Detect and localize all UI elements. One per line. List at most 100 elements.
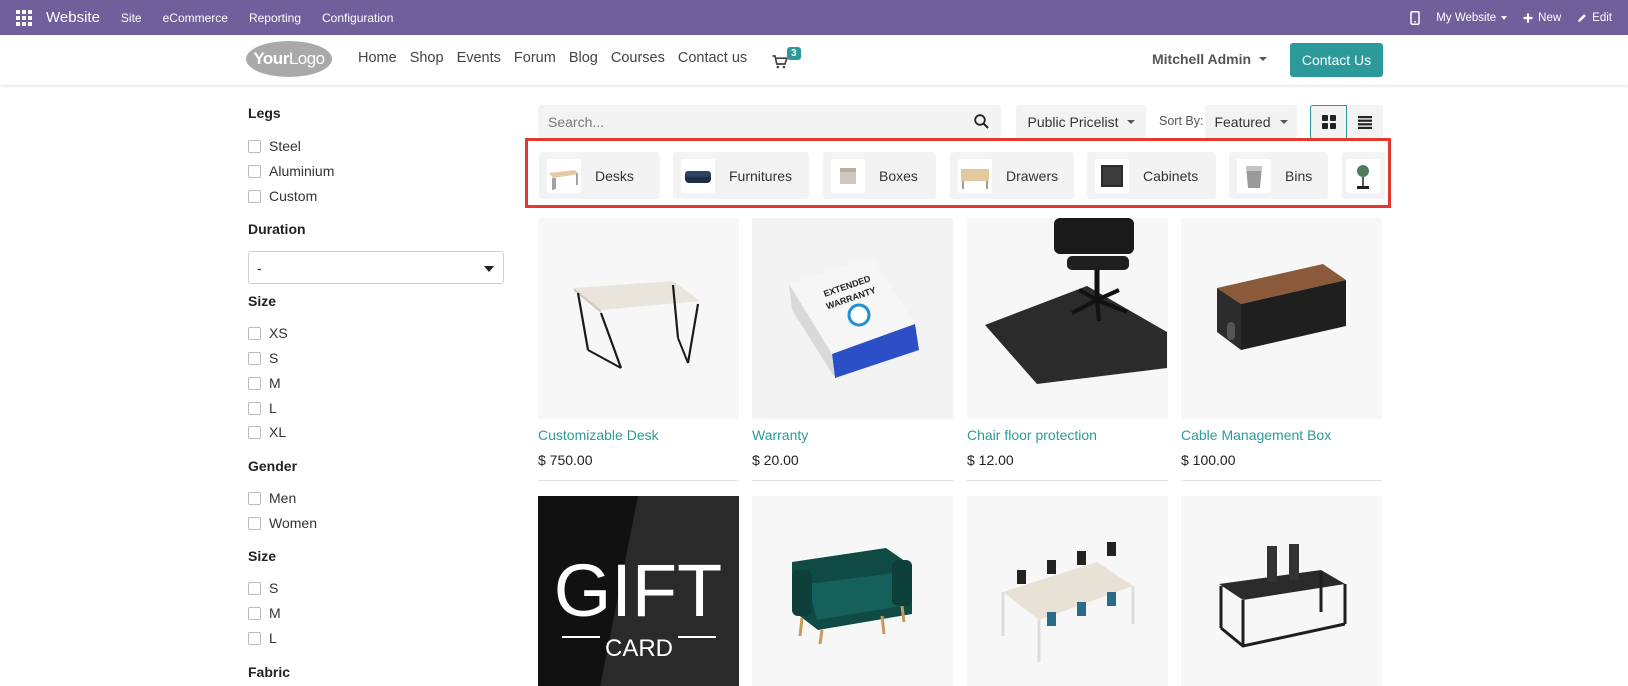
chevron-down-icon — [1279, 120, 1288, 124]
mobile-icon — [1410, 10, 1421, 25]
checkbox[interactable] — [248, 139, 261, 153]
app-name[interactable]: Website — [46, 9, 100, 26]
checkbox[interactable] — [248, 631, 261, 645]
user-menu[interactable]: Mitchell Admin — [1152, 51, 1268, 67]
checkbox[interactable] — [248, 606, 261, 620]
product-card[interactable]: Cable Management Box $ 100.00 — [1181, 218, 1382, 481]
my-website-dropdown[interactable]: My Website — [1436, 11, 1508, 24]
product-image[interactable]: GIFT CARD — [538, 496, 739, 686]
logo-bold-text: Your — [253, 49, 289, 68]
nav-home[interactable]: Home — [358, 50, 397, 66]
option-label: L — [269, 630, 277, 646]
my-website-label: My Website — [1436, 11, 1497, 24]
product-image[interactable] — [1181, 496, 1382, 686]
menu-ecommerce[interactable]: eCommerce — [163, 11, 228, 25]
filter-option-aluminium[interactable]: Aluminium — [248, 163, 334, 179]
product-image[interactable] — [752, 496, 953, 686]
gift-card-line1: GIFT — [554, 549, 723, 632]
product-price: $ 12.00 — [967, 452, 1014, 468]
category-boxes[interactable]: Boxes — [823, 152, 936, 199]
category-furnitures[interactable]: Furnitures — [673, 152, 809, 199]
pricelist-dropdown[interactable]: Public Pricelist — [1016, 105, 1146, 139]
filter-option-m[interactable]: M — [248, 375, 281, 391]
product-price: $ 20.00 — [752, 452, 799, 468]
list-view-button[interactable] — [1347, 105, 1383, 139]
checkbox[interactable] — [248, 351, 261, 365]
filter-option-xs[interactable]: XS — [248, 325, 288, 341]
product-card[interactable] — [967, 496, 1168, 686]
checkbox[interactable] — [248, 326, 261, 340]
product-name[interactable]: Customizable Desk — [538, 427, 739, 443]
product-card[interactable]: Customizable Desk $ 750.00 — [538, 218, 739, 481]
checkbox[interactable] — [248, 581, 261, 595]
product-card[interactable]: EXTENDED WARRANTY Warranty $ 20.00 — [752, 218, 953, 481]
edit-button[interactable]: Edit — [1577, 12, 1612, 24]
sort-value: Featured — [1214, 114, 1271, 130]
checkbox[interactable] — [248, 516, 261, 530]
product-card[interactable] — [752, 496, 953, 686]
logo[interactable]: Your Logo — [246, 41, 332, 77]
contact-us-button[interactable]: Contact Us — [1290, 43, 1383, 77]
edit-label: Edit — [1592, 11, 1612, 24]
menu-site[interactable]: Site — [121, 11, 142, 25]
checkbox[interactable] — [248, 491, 261, 505]
filter-option-l[interactable]: L — [248, 400, 277, 416]
cart-count-badge: 3 — [787, 47, 801, 60]
sort-by-dropdown[interactable]: Featured — [1205, 105, 1297, 139]
mobile-preview-button[interactable] — [1410, 10, 1421, 25]
product-card[interactable] — [1181, 496, 1382, 686]
checkbox[interactable] — [248, 401, 261, 415]
box-thumbnail — [831, 158, 865, 193]
apps-grid-icon[interactable] — [16, 9, 32, 26]
option-label: Steel — [269, 138, 301, 154]
nav-events[interactable]: Events — [457, 50, 501, 66]
product-card[interactable]: Chair floor protection $ 12.00 — [967, 218, 1168, 481]
checkbox[interactable] — [248, 376, 261, 390]
chevron-down-icon — [1501, 15, 1508, 20]
checkbox[interactable] — [248, 164, 261, 178]
product-image[interactable] — [1181, 218, 1382, 419]
filter-option-women[interactable]: Women — [248, 515, 317, 531]
checkbox[interactable] — [248, 189, 261, 203]
product-image[interactable] — [538, 218, 739, 419]
product-name[interactable]: Cable Management Box — [1181, 427, 1382, 443]
grid-view-button[interactable] — [1310, 105, 1347, 139]
duration-select[interactable]: - — [248, 251, 504, 284]
divider — [752, 480, 953, 481]
product-card[interactable]: GIFT CARD — [538, 496, 739, 686]
category-label: Desks — [595, 167, 634, 184]
chevron-down-icon — [1126, 120, 1135, 124]
checkbox[interactable] — [248, 425, 261, 439]
filter-option-l-2[interactable]: L — [248, 630, 277, 646]
product-image[interactable] — [967, 496, 1168, 686]
filter-option-m-2[interactable]: M — [248, 605, 281, 621]
filter-option-custom[interactable]: Custom — [248, 188, 317, 204]
category-drawers[interactable]: Drawers — [950, 152, 1074, 199]
nav-courses[interactable]: Courses — [611, 50, 665, 66]
filter-option-s[interactable]: S — [248, 350, 278, 366]
product-name[interactable]: Chair floor protection — [967, 427, 1168, 443]
category-desks[interactable]: Desks — [539, 152, 660, 199]
nav-blog[interactable]: Blog — [569, 50, 598, 66]
category-lamps-partial[interactable] — [1342, 152, 1385, 199]
product-name[interactable]: Warranty — [752, 427, 953, 443]
nav-shop[interactable]: Shop — [410, 50, 444, 66]
new-button[interactable]: New — [1523, 12, 1561, 24]
nav-forum[interactable]: Forum — [514, 50, 556, 66]
search-icon[interactable] — [974, 114, 989, 129]
filter-option-men[interactable]: Men — [248, 490, 296, 506]
category-bins[interactable]: Bins — [1229, 152, 1328, 199]
option-label: M — [269, 375, 281, 391]
filter-option-s-2[interactable]: S — [248, 580, 278, 596]
filter-option-steel[interactable]: Steel — [248, 138, 301, 154]
menu-configuration[interactable]: Configuration — [322, 11, 393, 25]
cart-link[interactable]: 3 — [770, 47, 804, 71]
search-input[interactable]: Search... — [538, 105, 1001, 139]
option-label: Women — [269, 515, 317, 531]
category-cabinets[interactable]: Cabinets — [1087, 152, 1216, 199]
nav-contact-us[interactable]: Contact us — [678, 50, 747, 66]
menu-reporting[interactable]: Reporting — [249, 11, 301, 25]
product-image[interactable]: EXTENDED WARRANTY — [752, 218, 953, 419]
product-image[interactable] — [967, 218, 1168, 419]
filter-option-xl[interactable]: XL — [248, 424, 286, 440]
